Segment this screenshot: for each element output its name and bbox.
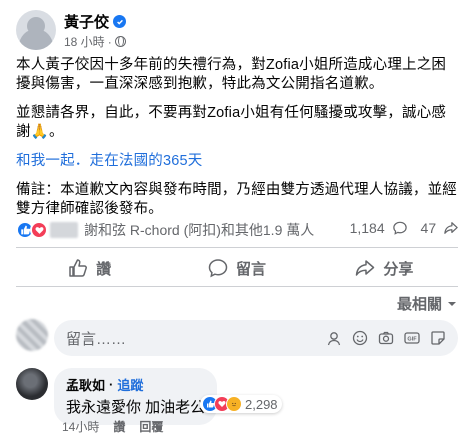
share-count[interactable]: 47 [421,220,458,236]
hashtag-link[interactable]: 和我一起．走在法國的365天 [16,152,460,171]
like-button[interactable]: 讚 [16,252,163,284]
post-author[interactable]: 黃子佼 [64,11,127,32]
divider [16,286,458,287]
chevron-down-icon [448,301,456,306]
comment-input[interactable]: 留言…… GIF [54,320,458,356]
comment-reply-button[interactable]: 回覆 [139,418,163,435]
comment-text: 我永遠愛你 加油老公 [66,399,206,416]
comment-placeholder: 留言…… [66,330,127,348]
post-paragraph: 並懇請各界，自此，不要再對Zofia小姐有任何騷擾或攻擊，誠心感謝🙏。 [16,105,447,140]
care-icon [226,396,242,412]
share-icon [444,222,458,234]
comment-actions: 14小時 讚 回覆 [62,418,163,435]
gif-icon[interactable]: GIF [404,330,420,346]
emoji-icon[interactable] [352,330,368,346]
comment-tools: GIF [326,330,458,346]
commenter-avatar[interactable] [16,368,48,400]
follow-button[interactable]: 追蹤 [117,375,143,394]
globe-icon [114,36,126,47]
reaction-names[interactable]: 謝和弦 R-chord (阿扣)和其他1.9 萬人 [84,220,314,240]
commenter-name[interactable]: 孟耿如 [66,375,105,394]
post-time[interactable]: 18 小時 [64,33,105,50]
viewer-avatar [16,319,48,351]
like-icon [69,259,88,277]
comment-icon [392,221,407,235]
commenter-header: 孟耿如 · 追蹤 [66,375,144,394]
share-button[interactable]: 分享 [311,252,458,284]
post-meta: 18 小時 · [64,33,126,50]
svg-text:GIF: GIF [407,337,417,343]
comment-bubble: 孟耿如 · 追蹤 我永遠愛你 加油老公 [54,368,218,425]
camera-icon[interactable] [378,330,394,346]
avatar-sticker-icon[interactable] [326,330,342,346]
reaction-summary[interactable]: 謝和弦 R-chord (阿扣)和其他1.9 萬人 [16,220,314,240]
author-name[interactable]: 黃子佼 [64,11,109,32]
post-paragraph: 備註：本道歉文內容與發布時間，乃經由雙方透過代理人協議，並經雙方律師確認後發布。 [16,182,457,217]
comment-time[interactable]: 14小時 [62,418,99,435]
love-icon [30,221,48,239]
post-body: 本人黃子佼因十多年前的失禮行為，對Zofia小姐所造成心理上之困擾與傷害，一直深… [16,56,460,229]
sticker-icon[interactable] [430,330,446,346]
comment-like-button[interactable]: 讚 [113,418,125,435]
comment-icon [208,259,228,278]
divider [16,247,458,248]
comment-reaction-count: 2,298 [245,396,278,412]
author-avatar[interactable] [16,10,56,50]
comment-count[interactable]: 1,184 [350,220,407,236]
blurred-reactor [50,222,78,238]
comment-reaction-summary[interactable]: 2,298 [200,395,282,413]
post-action-bar: 讚 留言 分享 [16,252,458,284]
post-paragraph: 本人黃子佼因十多年前的失禮行為，對Zofia小姐所造成心理上之困擾與傷害，一直深… [16,57,447,92]
comment-sort-dropdown[interactable]: 最相關 [397,293,458,314]
share-icon [356,260,375,276]
engagement-counts: 1,184 47 [350,220,458,236]
verified-icon [113,15,127,28]
comment-button[interactable]: 留言 [163,252,310,284]
